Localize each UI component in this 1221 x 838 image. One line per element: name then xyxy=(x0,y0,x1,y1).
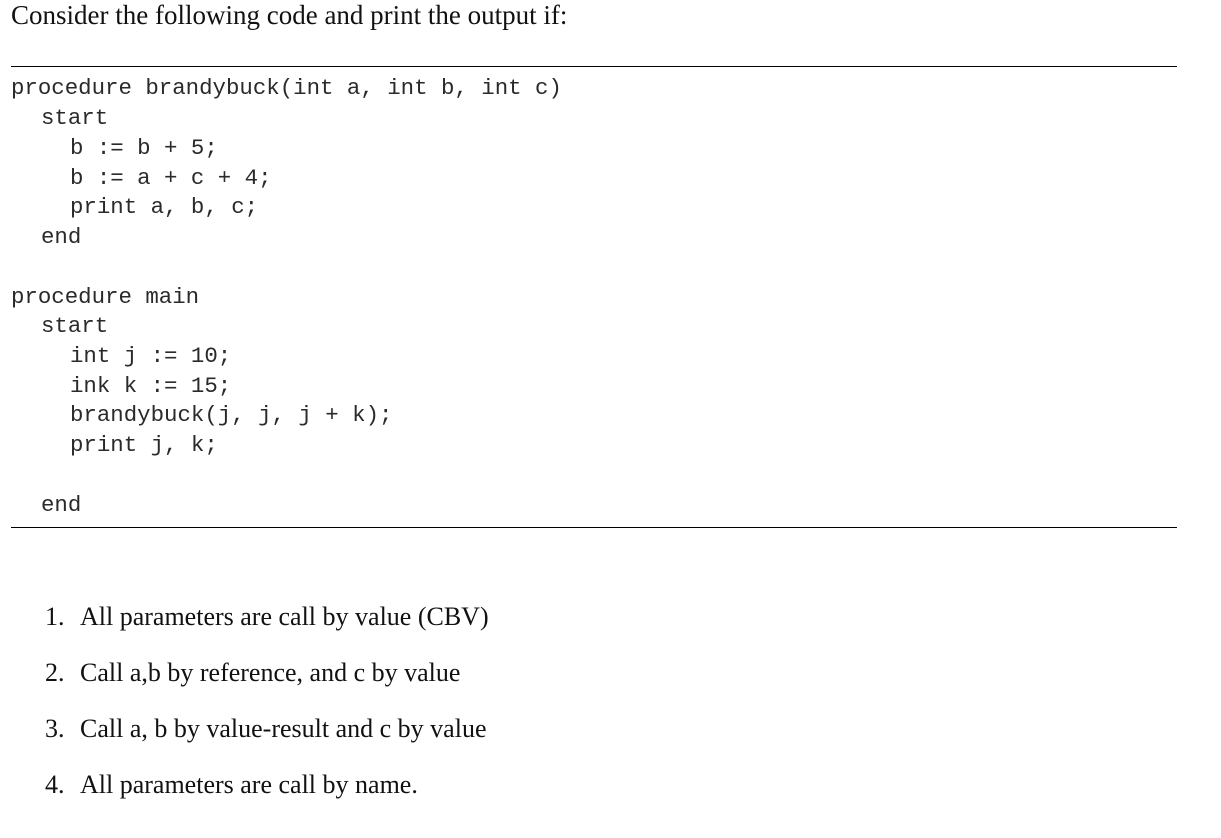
option-number: 1. xyxy=(45,602,65,631)
code-line: end xyxy=(41,222,81,252)
option-item: 2. Call a,b by reference, and c by value xyxy=(45,657,460,689)
question-intro: Consider the following code and print th… xyxy=(11,0,568,30)
code-line: procedure brandybuck(int a, int b, int c… xyxy=(11,73,562,103)
code-text: start xyxy=(41,313,109,339)
code-text: b := a + c + 4; xyxy=(70,165,272,191)
option-text: Call a,b by reference, and c by value xyxy=(80,658,461,687)
code-line: procedure main xyxy=(11,282,199,312)
code-listing: procedure brandybuck(int a, int b, int c… xyxy=(11,0,562,518)
option-text: Call a, b by value-result and c by value xyxy=(80,714,487,743)
code-text: procedure brandybuck(int a, int b, int c… xyxy=(11,75,562,101)
code-text: procedure main xyxy=(11,284,200,310)
code-text: end xyxy=(41,492,82,518)
code-line: int j := 10; xyxy=(70,341,231,371)
code-line: end xyxy=(41,490,81,520)
code-text: print a, b, c; xyxy=(70,194,259,220)
code-text: ink k := 15; xyxy=(70,373,232,399)
code-line: b := b + 5; xyxy=(70,133,218,163)
option-number: 3. xyxy=(45,714,65,743)
code-text: b := b + 5; xyxy=(70,135,218,161)
option-number: 2. xyxy=(45,658,65,687)
code-line: print a, b, c; xyxy=(70,192,258,222)
option-number: 4. xyxy=(45,770,65,799)
code-bottom-rule xyxy=(11,527,1177,528)
code-line: b := a + c + 4; xyxy=(70,163,272,193)
code-line: print j, k; xyxy=(70,430,218,460)
option-text: All parameters are call by name. xyxy=(80,770,418,799)
code-line: start xyxy=(41,103,108,133)
option-text: All parameters are call by value (CBV) xyxy=(80,602,489,631)
code-line: brandybuck(j, j, j + k); xyxy=(70,400,392,430)
code-text: int j := 10; xyxy=(70,343,232,369)
option-item: 4. All parameters are call by name. xyxy=(45,769,418,801)
code-line: ink k := 15; xyxy=(70,371,231,401)
code-text: brandybuck(j, j, j + k); xyxy=(70,402,393,428)
option-item: 3. Call a, b by value-result and c by val… xyxy=(45,713,486,745)
code-text: start xyxy=(41,105,109,131)
code-line: start xyxy=(41,311,108,341)
option-item: 1. All parameters are call by value (CBV) xyxy=(45,601,489,633)
code-top-rule xyxy=(11,66,1177,67)
code-text: print j, k; xyxy=(70,432,218,458)
code-text: end xyxy=(41,224,82,250)
